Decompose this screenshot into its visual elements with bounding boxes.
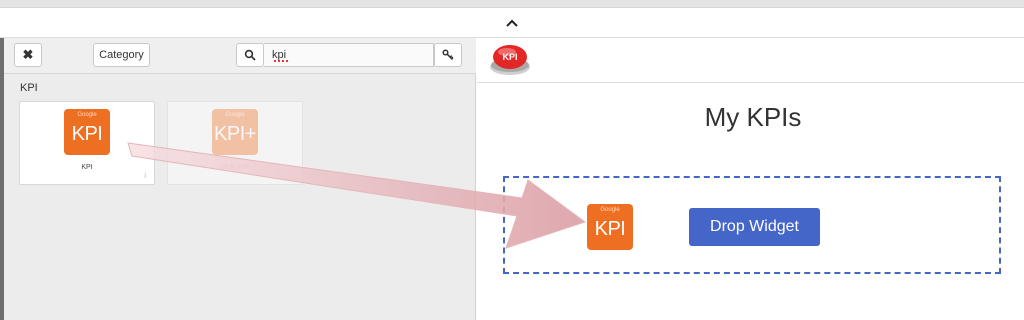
key-button[interactable] bbox=[434, 43, 462, 67]
widget-name: Multi KPI bbox=[220, 164, 249, 171]
tile-brand: Google bbox=[600, 207, 620, 213]
search-icon bbox=[244, 49, 256, 61]
kpi-logo-icon: KPI bbox=[490, 45, 530, 75]
window-top-strip bbox=[0, 0, 1024, 8]
search-button[interactable] bbox=[236, 43, 264, 67]
drop-widget-button[interactable]: Drop Widget bbox=[689, 208, 820, 246]
close-button[interactable]: ✖ bbox=[14, 43, 42, 67]
dragged-kpi-tile[interactable]: Google KPI bbox=[587, 204, 633, 250]
dashboard-header: KPI bbox=[477, 38, 1024, 83]
multi-kpi-tile-icon: Google KPI+ bbox=[212, 109, 258, 155]
key-icon bbox=[442, 49, 454, 61]
widget-name: KPI bbox=[81, 164, 93, 171]
tile-brand: Google bbox=[77, 112, 97, 118]
close-icon: ✖ bbox=[22, 47, 34, 62]
tile-label: KPI bbox=[71, 123, 103, 145]
dashboard-panel: KPI My KPIs Google KPI Drop Widget bbox=[477, 38, 1024, 320]
category-button[interactable]: Category bbox=[93, 43, 150, 67]
widget-card-multi-kpi: Google KPI+ Multi KPI bbox=[167, 101, 303, 185]
page-title: My KPIs bbox=[704, 102, 802, 132]
widget-card-kpi[interactable]: Google KPI KPI i bbox=[19, 101, 155, 185]
spellcheck-underline bbox=[274, 60, 288, 62]
tile-label: KPI bbox=[594, 218, 626, 240]
search-input[interactable] bbox=[264, 43, 434, 67]
widget-library-panel: ✖ Category KPI Google KPI KPI i Google bbox=[4, 38, 476, 320]
library-toolbar: ✖ Category bbox=[4, 38, 476, 74]
tile-label: KPI+ bbox=[214, 123, 256, 145]
drop-zone[interactable]: Google KPI Drop Widget bbox=[503, 176, 1001, 274]
chevron-up-icon[interactable] bbox=[505, 18, 519, 28]
kpi-tile-icon: Google KPI bbox=[64, 109, 110, 155]
section-label-kpi: KPI bbox=[20, 82, 38, 94]
tile-brand: Google bbox=[225, 112, 245, 118]
info-icon[interactable]: i bbox=[144, 171, 146, 180]
collapse-toggle[interactable] bbox=[0, 8, 1024, 38]
logo-text: KPI bbox=[502, 52, 517, 62]
